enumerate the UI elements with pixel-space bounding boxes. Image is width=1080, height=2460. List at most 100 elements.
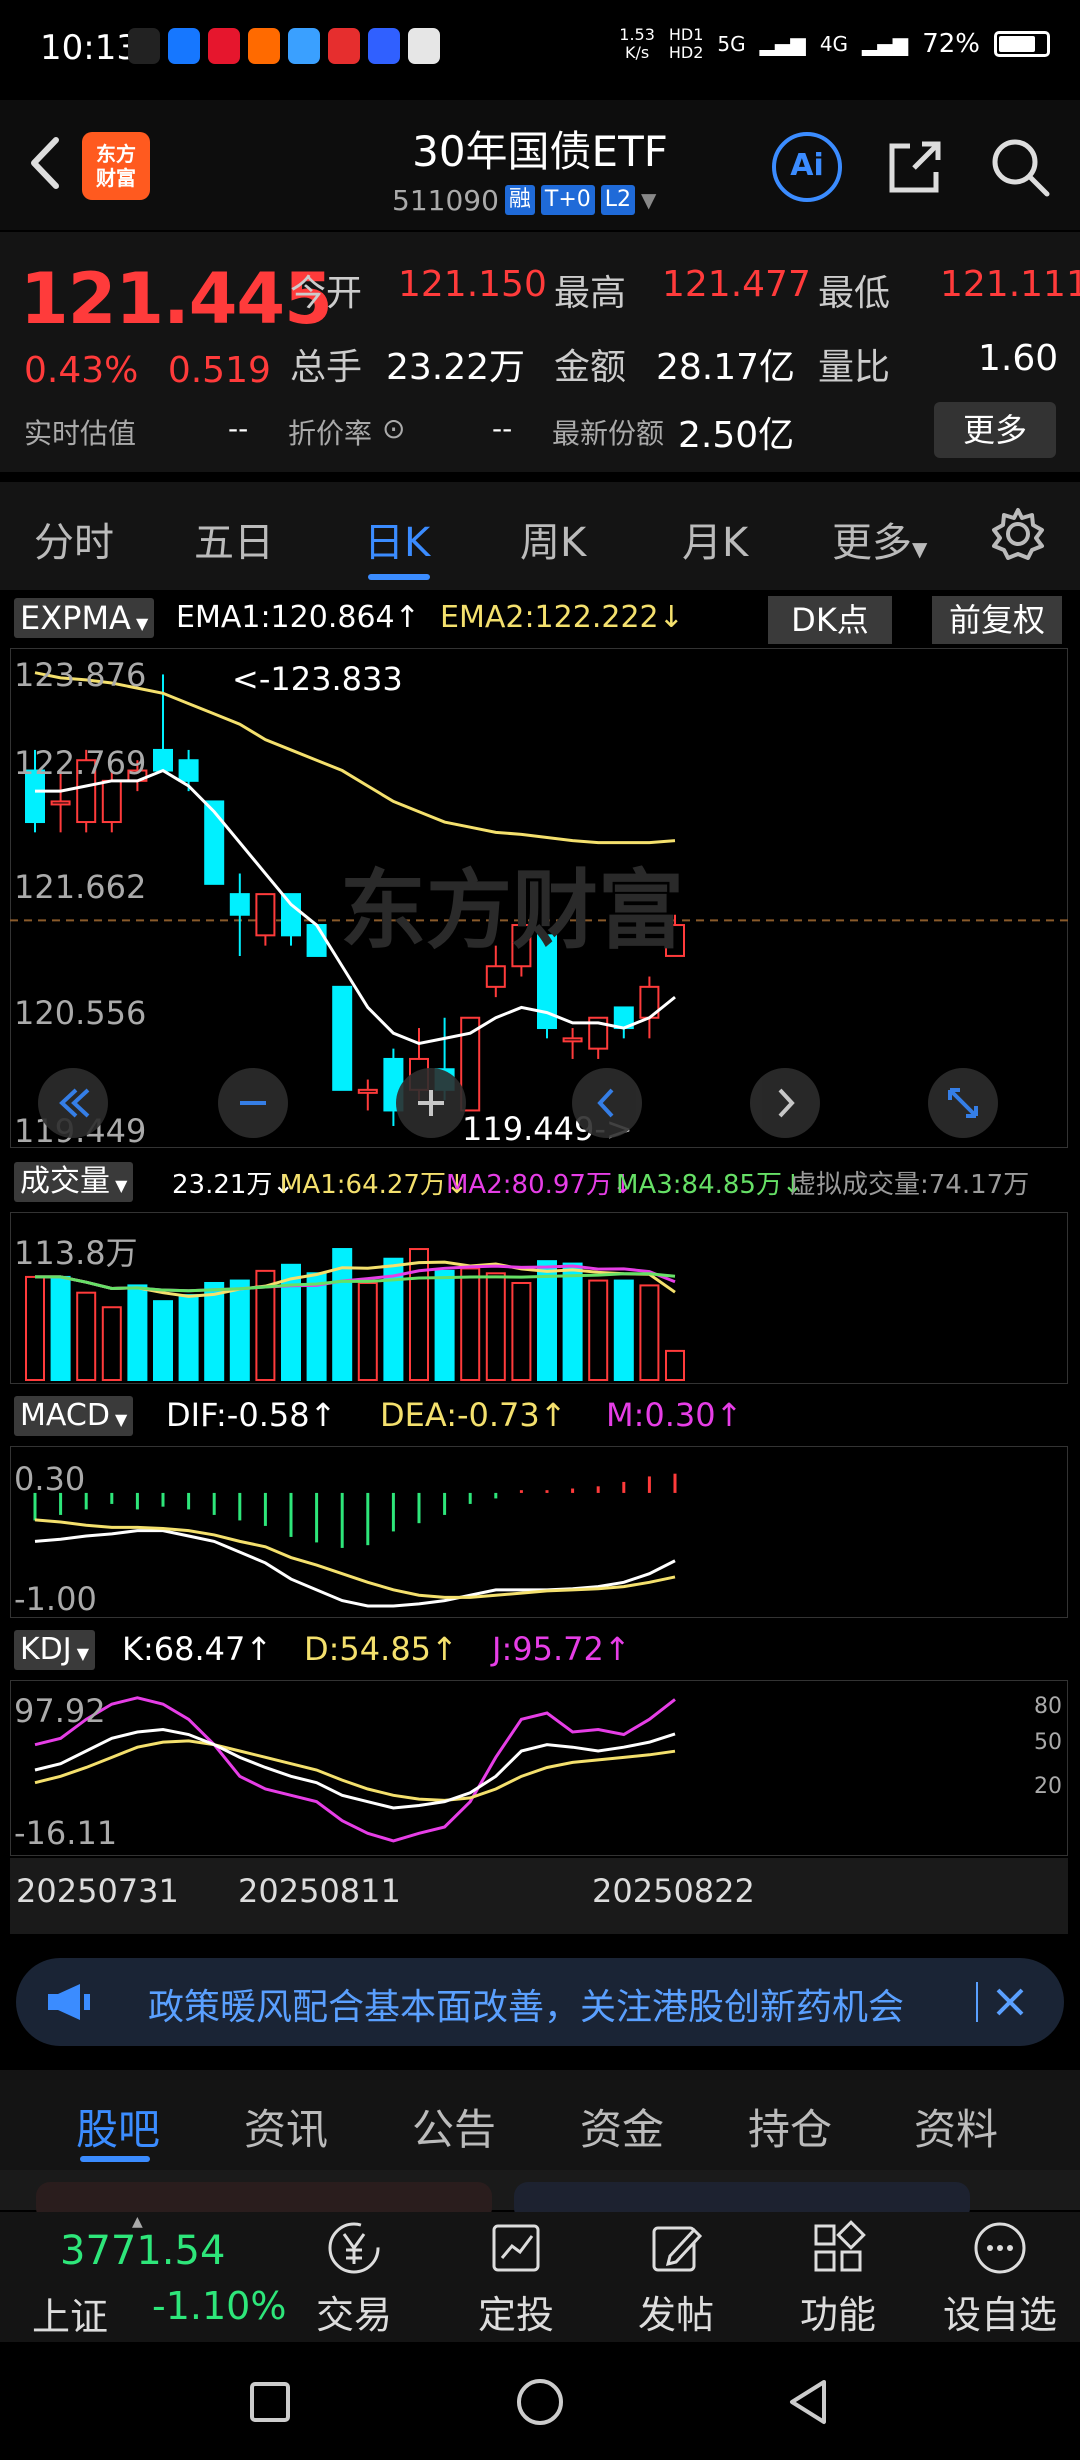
recent-apps-icon[interactable] [248,2380,292,2424]
kdj-j-line [34,1696,676,1843]
fixed-invest-button[interactable]: 定投 [456,2218,576,2339]
signal2-label: 4G [819,32,849,56]
tab-news[interactable]: 资讯 [244,2096,328,2157]
tab-holdings[interactable]: 持仓 [748,2096,832,2157]
estimate-label: 实时估值 [24,417,137,450]
low-label: 最低 [818,273,891,314]
volume-ma3: MA3:84.85万↓ [616,1170,804,1200]
prev-button[interactable] [572,1068,642,1138]
volume-virtual: 虚拟成交量:74.17万 [790,1170,1030,1200]
max-price-label: <-123.833 [232,660,403,698]
volume-bar [357,1281,378,1381]
more-button[interactable]: 更多 [934,402,1056,458]
tab-funds[interactable]: 资金 [580,2096,664,2157]
volume-chart[interactable] [10,1212,1068,1384]
back-nav-icon[interactable] [786,2378,830,2426]
y-tick-1: 122.769 [14,744,147,782]
functions-button[interactable]: 功能 [778,2218,898,2339]
candle-body [229,893,250,916]
kdj-ref-20: 20 [1034,1774,1062,1799]
fullscreen-button[interactable] [928,1068,998,1138]
volume-bar [153,1300,173,1381]
settings-gear-icon[interactable] [990,506,1046,562]
main-indicator-label: EXPMA [20,599,131,637]
tab-underline [368,574,430,580]
adjust-button[interactable]: 前复权 [932,596,1062,644]
tiktok-icon [128,28,160,64]
t0-tag: T+0 [540,185,595,215]
main-indicator-select[interactable]: EXPMA ▼ [14,598,155,638]
zoom-out-button[interactable] [218,1068,288,1138]
chevron-down-icon[interactable]: ▼ [641,188,656,212]
zoom-in-button[interactable] [396,1068,466,1138]
volume-label: 总手 [290,347,363,388]
close-icon[interactable] [990,1982,1030,2022]
volume-bar [50,1275,71,1381]
volume-value: 23.22万 [386,347,526,388]
dk-point-button[interactable]: DK点 [768,596,892,644]
macd-dea: DEA:-0.73↑ [380,1396,567,1434]
kdj-indicator-label: KDJ [20,1632,72,1667]
ai-button[interactable]: Ai [772,132,842,202]
share-icon[interactable] [880,132,950,202]
home-icon[interactable] [514,2376,566,2428]
macd-chart[interactable] [10,1446,1068,1618]
macd-indicator-select[interactable]: MACD ▼ [14,1396,134,1436]
candle-body [153,748,173,772]
tab-weekly-k[interactable]: 周K [520,510,586,568]
battery-icon [994,31,1050,57]
chart-board-icon [492,2224,540,2272]
index-change[interactable]: -1.10% [152,2284,286,2328]
candle-body [281,893,301,937]
info-icon[interactable]: ⊙ [382,412,405,445]
index-value[interactable]: 3771.54 [60,2228,225,2274]
tab-profile[interactable]: 资料 [914,2096,998,2157]
scroll-left-button[interactable] [38,1068,108,1138]
caret-down-icon: ▼ [109,1410,128,1429]
stock-code: 511090 [392,183,499,217]
candle-body [306,924,327,957]
search-icon[interactable] [985,132,1055,202]
volume-ma1: MA1:64.27万↓ [280,1170,468,1200]
tab-five-day[interactable]: 五日 [194,510,274,568]
status-time: 10:13 [40,28,138,68]
discount-value: -- [492,412,513,445]
caret-down-icon: ▼ [130,614,149,633]
kdj-k-line [34,1727,676,1810]
app-icon [328,28,360,64]
kdj-ref-80: 80 [1034,1694,1062,1719]
kdj-chart[interactable] [10,1680,1068,1856]
tab-minute[interactable]: 分时 [34,510,114,568]
subtitle-row: 511090 融 T+0 L2 ▼ [392,182,656,218]
kdj-d-line [34,1739,676,1802]
candle-body [357,1088,378,1094]
signal1-label: 5G [717,32,746,56]
next-button[interactable] [750,1068,820,1138]
volume-bar [562,1262,583,1381]
volume-indicator-select[interactable]: 成交量 ▼ [14,1162,134,1202]
macd-bottom-label: -1.00 [14,1580,97,1618]
margin-tag: 融 [504,185,535,215]
alipay-icon [168,28,200,64]
tab-monthly-k[interactable]: 月K [682,510,748,568]
tab-daily-k[interactable]: 日K [364,510,430,568]
volume-bar [178,1294,199,1381]
index-name[interactable]: 上证 [32,2286,108,2341]
kdj-indicator-select[interactable]: KDJ ▼ [14,1630,96,1670]
volume-bar [204,1281,225,1381]
volume-current: 23.21万↓ [172,1170,295,1200]
ratio-value: 1.60 [978,338,1059,379]
volume-bar [537,1260,557,1382]
tab-forum[interactable]: 股吧 [76,2096,160,2157]
tab-more[interactable]: 更多▼ [832,510,927,568]
ratio-label: 量比 [818,347,891,388]
trade-button[interactable]: 交易 [294,2218,414,2339]
edit-icon [652,2226,703,2272]
tab-announcements[interactable]: 公告 [412,2096,496,2157]
news-text[interactable]: 政策暖风配合基本面改善，关注港股创新药机会 [148,1978,968,2030]
post-button[interactable]: 发帖 [616,2218,736,2339]
open-label: 今开 [290,273,363,314]
add-watchlist-button[interactable]: 设自选 [940,2218,1060,2339]
macd-top-label: 0.30 [14,1460,86,1498]
kdj-bottom-label: -16.11 [14,1814,118,1852]
